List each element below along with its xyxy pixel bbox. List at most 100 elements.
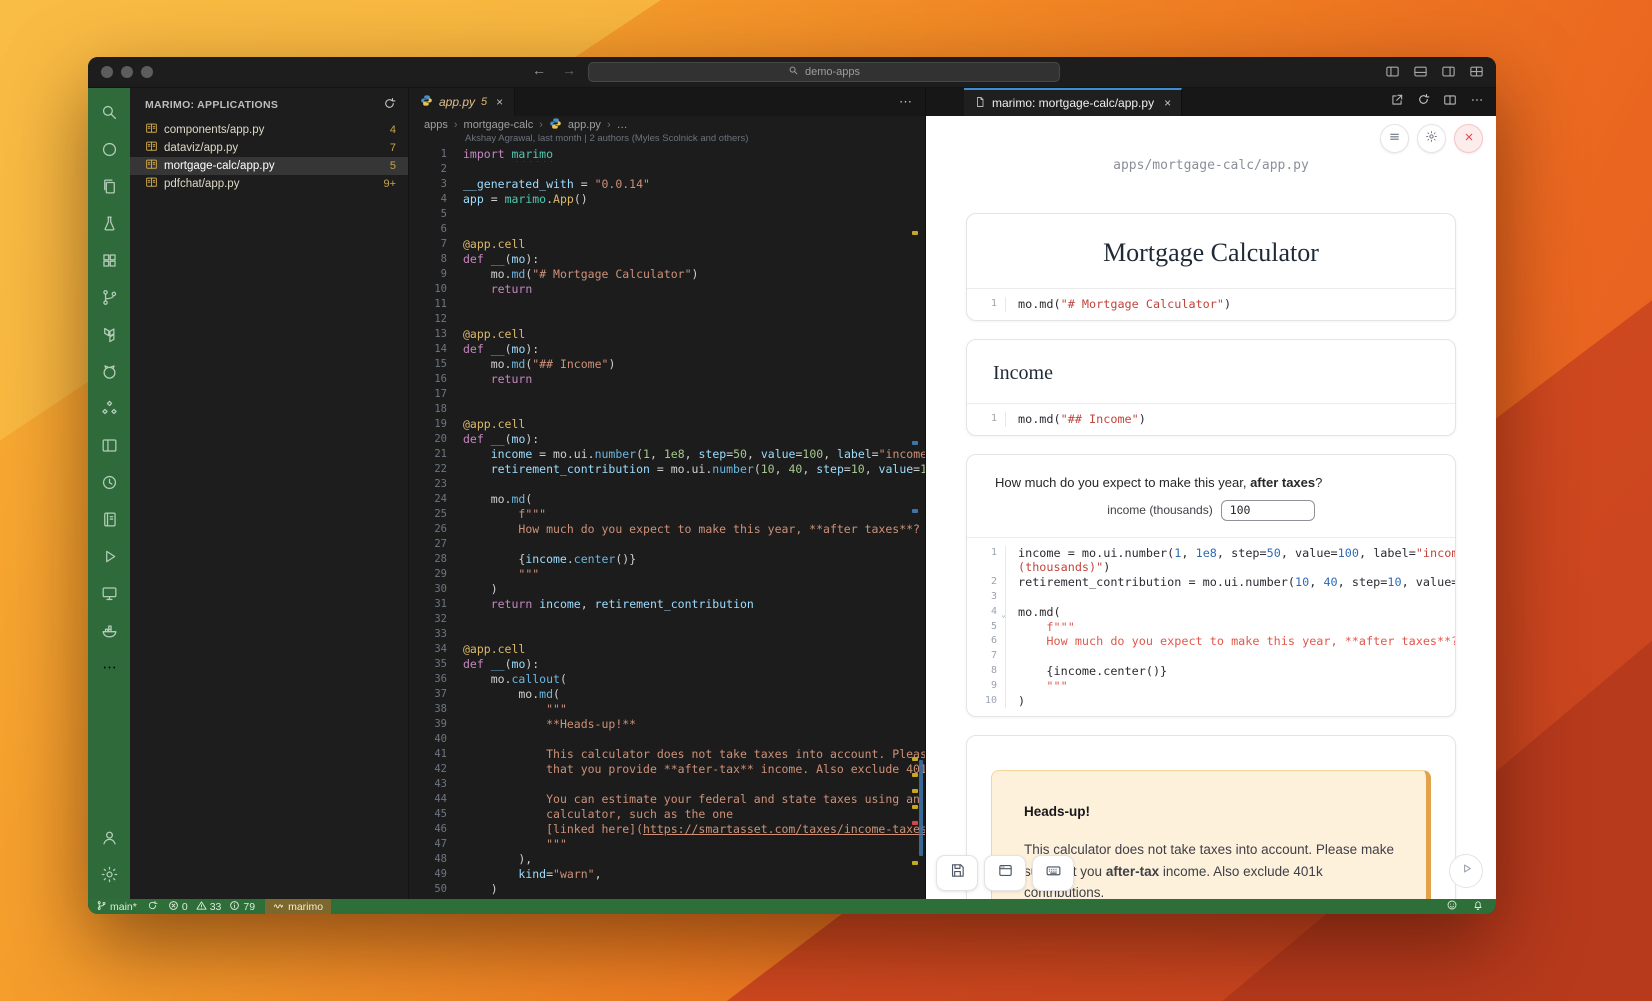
problems-item[interactable]: 0 33 79 [168, 900, 255, 914]
cell-input-card[interactable]: How much do you expect to make this year… [966, 454, 1456, 718]
forward-arrow-icon[interactable]: → [562, 62, 576, 78]
breadcrumb-folder[interactable]: mortgage-calc [464, 119, 534, 131]
overview-ruler[interactable] [911, 150, 925, 899]
more-actions-icon[interactable] [1470, 93, 1484, 112]
cell-code[interactable]: 1income = mo.ui.number(1, 1e8, step=50, … [967, 537, 1455, 717]
code-line: 43 [409, 777, 925, 792]
code-line: 10) [967, 694, 1455, 709]
warning-count: 33 [210, 901, 222, 913]
code-line: 10 return [409, 282, 925, 297]
editor-more-actions[interactable]: ⋯ [899, 88, 925, 116]
breadcrumb-root[interactable]: apps [424, 119, 448, 131]
cell-count-badge: 7 [390, 142, 396, 154]
gems-icon[interactable] [90, 390, 128, 427]
file-row-components-app-py[interactable]: components/app.py4 [130, 121, 408, 139]
cell-code[interactable]: 1mo.md("# Mortgage Calculator") [967, 288, 1455, 320]
files-icon[interactable] [90, 168, 128, 205]
income-number-input[interactable] [1221, 500, 1315, 521]
keyboard-shortcuts-button[interactable] [1032, 855, 1074, 891]
more-actions-icon[interactable]: ⋯ [899, 94, 913, 110]
code-line: 15 mo.md("## Income") [409, 357, 925, 372]
tab-label: marimo: mortgage-calc/app.py [992, 96, 1154, 110]
marimo-status-item[interactable]: marimo [265, 899, 331, 914]
menu-button[interactable] [1380, 124, 1409, 153]
file-row-pdfchat-app-py[interactable]: pdfchat/app.py9+ [130, 175, 408, 193]
cell-income-card[interactable]: Income 1mo.md("## Income") [966, 339, 1456, 436]
window-controls[interactable] [101, 66, 153, 78]
remote-icon[interactable] [90, 575, 128, 612]
code-line: 3 [967, 590, 1455, 605]
command-center-search[interactable]: demo-apps [588, 62, 1060, 82]
toggle-secondary-sidebar-icon[interactable] [1441, 64, 1456, 84]
minimize-window-button[interactable] [121, 66, 133, 78]
history-icon[interactable] [90, 464, 128, 501]
more-icon[interactable] [90, 649, 128, 686]
cell-code[interactable]: 1mo.md("## Income") [967, 403, 1455, 435]
save-icon [949, 862, 966, 884]
file-row-dataviz-app-py[interactable]: dataviz/app.py7 [130, 139, 408, 157]
marimo-ring-icon[interactable] [90, 131, 128, 168]
tab-app-py[interactable]: app.py 5 × [409, 88, 515, 116]
customize-layout-icon[interactable] [1469, 64, 1484, 84]
titlebar[interactable]: ← → demo-apps [88, 57, 1496, 88]
file-name: components/app.py [164, 124, 264, 136]
git-branch-icon[interactable] [90, 279, 128, 316]
code-line: 44 You can estimate your federal and sta… [409, 792, 925, 807]
layout-icon[interactable] [90, 427, 128, 464]
toggle-panel-icon[interactable] [1413, 64, 1428, 84]
code-line: 46 [linked here](https://smartasset.com/… [409, 822, 925, 837]
history-nav[interactable]: ← → [532, 62, 576, 78]
chevron-right-icon: › [539, 119, 543, 131]
settings-icon[interactable] [90, 856, 128, 893]
close-window-button[interactable] [101, 66, 113, 78]
split-editor-icon[interactable] [1443, 93, 1457, 112]
reload-preview-icon[interactable] [1417, 93, 1430, 111]
breadcrumb-file[interactable]: app.py [568, 119, 601, 131]
code-line: 33 [409, 627, 925, 642]
shutdown-button[interactable] [1454, 124, 1483, 153]
open-in-browser-button[interactable] [984, 855, 1026, 891]
desktop-background: ← → demo-apps [0, 0, 1652, 1001]
code-line: 4⌄mo.md( [967, 605, 1455, 620]
run-app-button[interactable] [1449, 854, 1483, 888]
marimo-app-icon [145, 140, 158, 156]
extensions-icon[interactable] [90, 242, 128, 279]
docker-icon[interactable] [90, 612, 128, 649]
code-line: 5 f""" [967, 620, 1455, 635]
tab-marimo-preview[interactable]: marimo: mortgage-calc/app.py × [964, 88, 1182, 116]
search-icon[interactable] [90, 94, 128, 131]
open-external-icon[interactable] [1390, 93, 1404, 112]
code-line: 9 """ [967, 679, 1455, 694]
account-icon[interactable] [90, 819, 128, 856]
file-row-mortgage-calc-app-py[interactable]: mortgage-calc/app.py5 [130, 157, 408, 175]
notifications-bell-icon[interactable] [1472, 899, 1484, 914]
beaker-icon[interactable] [90, 205, 128, 242]
code-line: 32 [409, 612, 925, 627]
breadcrumb-symbol[interactable]: … [617, 119, 628, 131]
code-editor[interactable]: 1import marimo23__generated_with = "0.0.… [409, 147, 925, 899]
maximize-window-button[interactable] [141, 66, 153, 78]
code-line: 6 How much do you expect to make this ye… [967, 634, 1455, 649]
github-icon[interactable] [90, 353, 128, 390]
breadcrumb[interactable]: apps › mortgage-calc › app.py › … [409, 116, 925, 133]
run-icon[interactable] [90, 538, 128, 575]
cell-count-badge: 9+ [383, 178, 396, 190]
feedback-icon[interactable] [1446, 899, 1458, 914]
sync-changes-item[interactable] [147, 900, 158, 914]
code-line: 7@app.cell [409, 237, 925, 252]
close-tab-icon[interactable]: × [1164, 96, 1171, 110]
code-line: 48 ), [409, 852, 925, 867]
code-line: 2retirement_contribution = mo.ui.number(… [967, 575, 1455, 590]
git-branch-item[interactable]: main* [96, 900, 137, 914]
cell-title-card[interactable]: Mortgage Calculator 1mo.md("# Mortgage C… [966, 213, 1456, 321]
notebook-icon[interactable] [90, 501, 128, 538]
terraform-icon[interactable] [90, 316, 128, 353]
back-arrow-icon[interactable]: ← [532, 62, 546, 78]
settings-button[interactable] [1417, 124, 1446, 153]
code-line: 29 """ [409, 567, 925, 582]
python-icon [420, 94, 433, 110]
save-button[interactable] [936, 855, 978, 891]
refresh-icon[interactable] [383, 97, 396, 113]
toggle-sidebar-icon[interactable] [1385, 64, 1400, 84]
close-tab-icon[interactable]: × [496, 95, 503, 109]
